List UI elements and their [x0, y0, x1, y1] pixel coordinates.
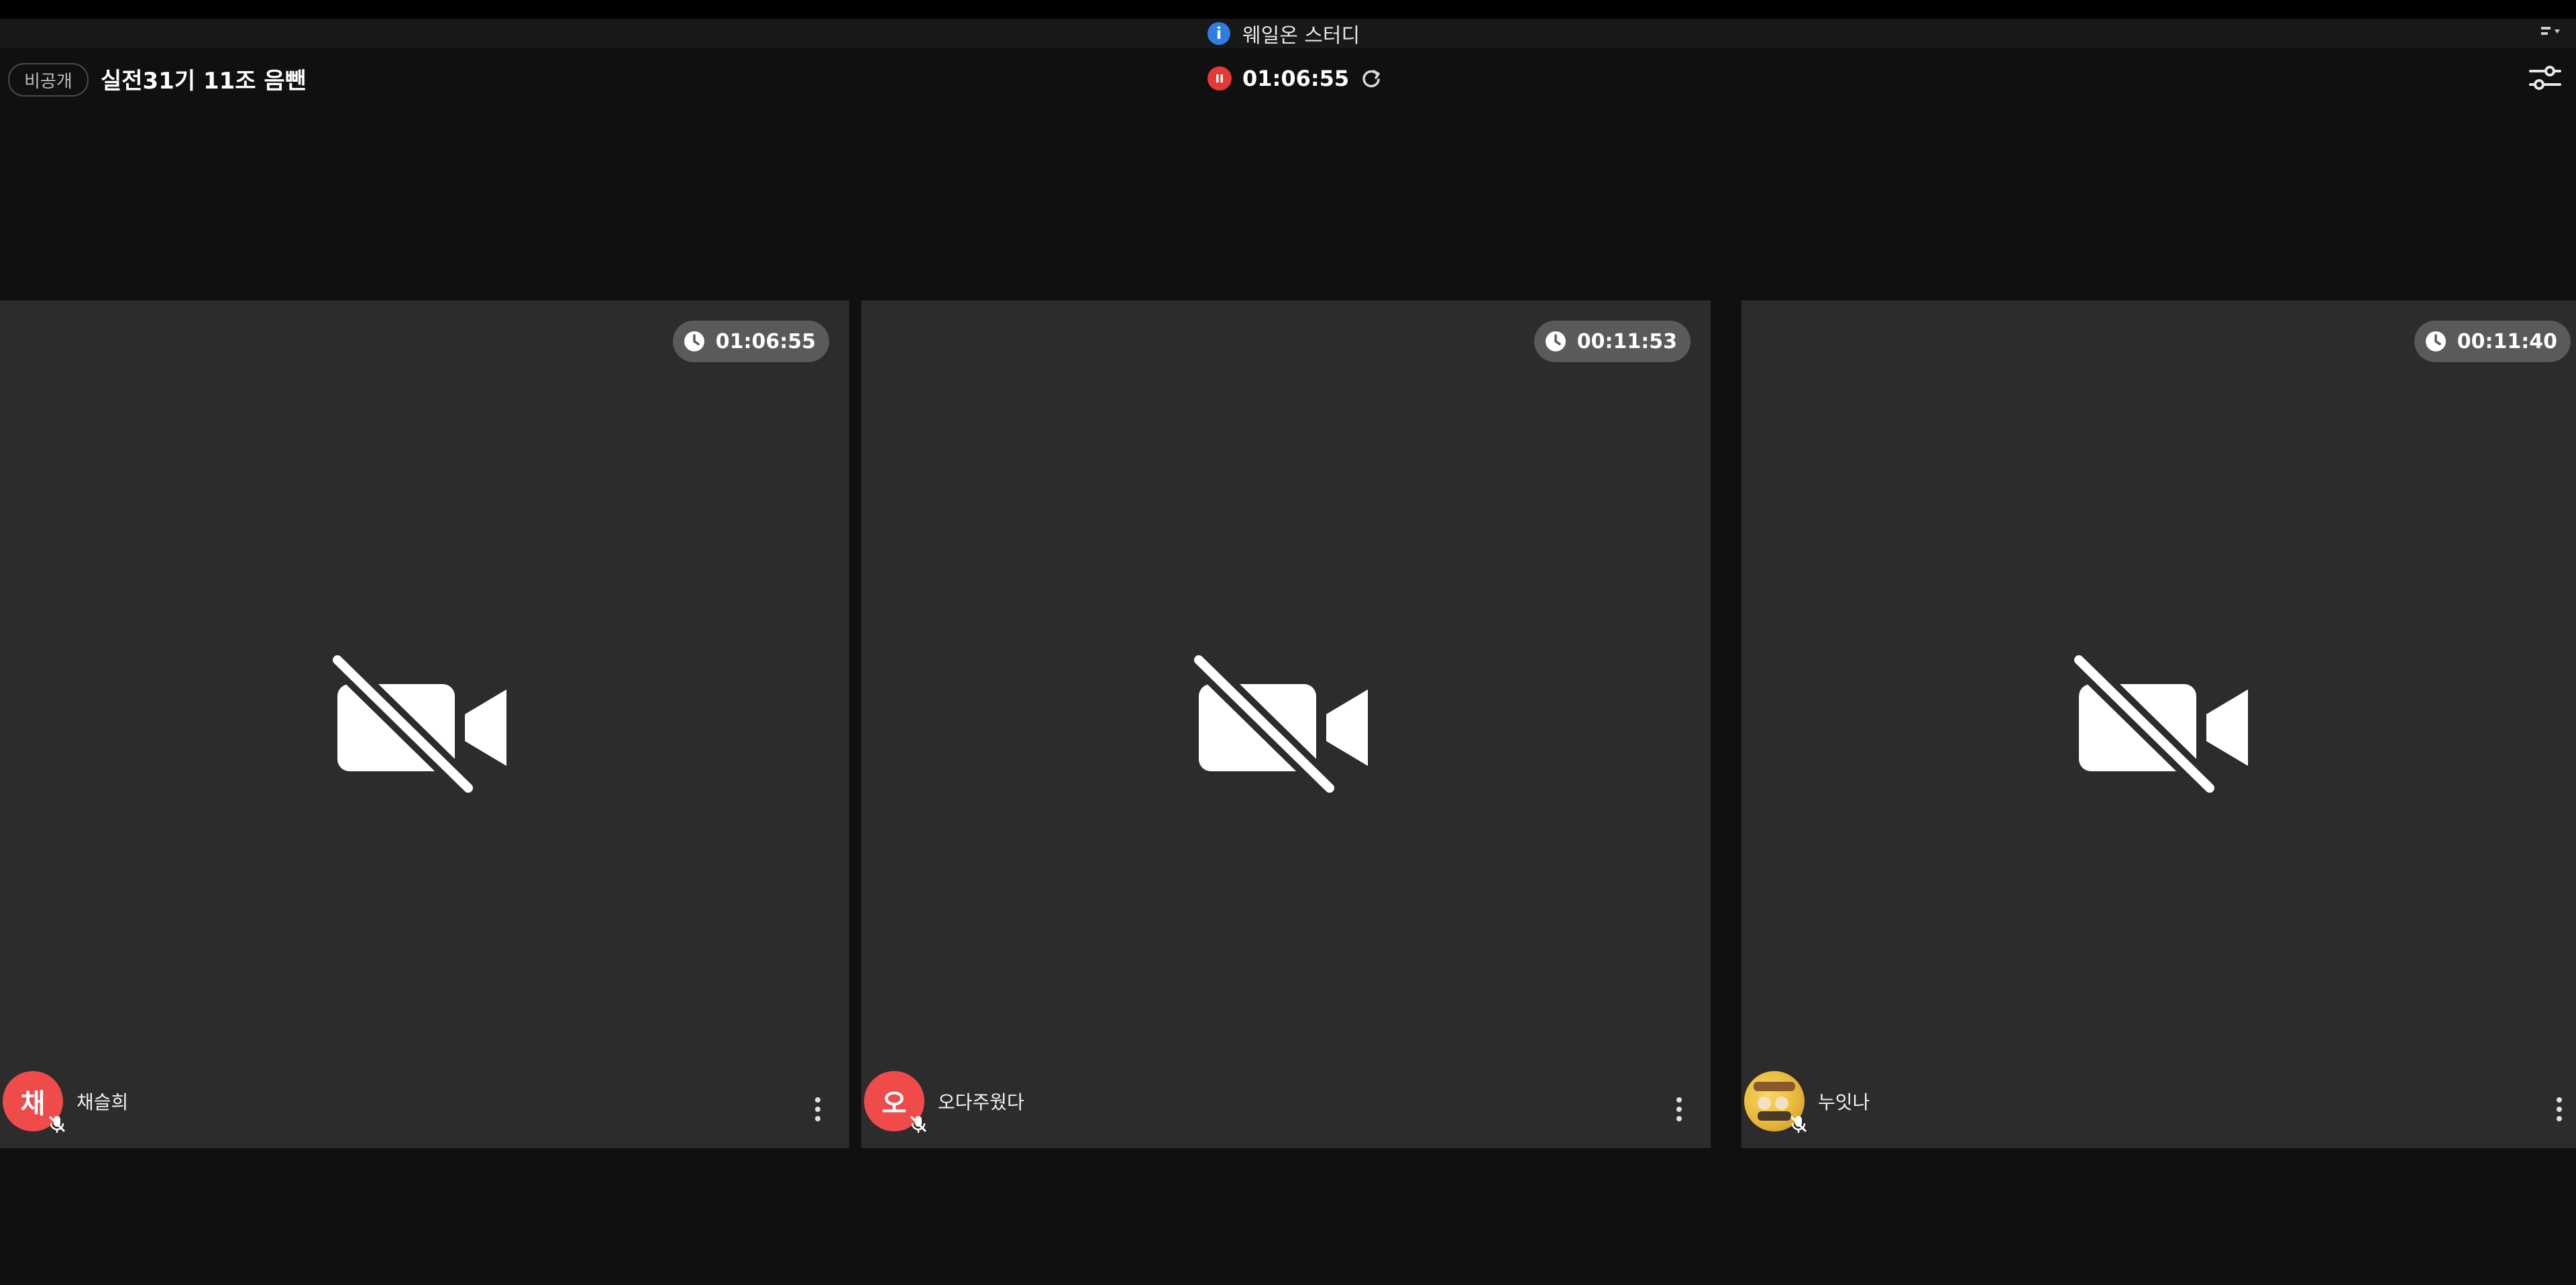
participant-tile[interactable]: 00:11:53 오 오다주웠다	[861, 300, 1711, 1148]
participant-name: 오다주웠다	[938, 1091, 1024, 1113]
notice-banner: i 웨일온 스터디	[0, 19, 2576, 48]
timer-text: 00:11:40	[2457, 329, 2557, 353]
banner-info[interactable]: i 웨일온 스터디	[1208, 19, 1360, 48]
banner-text: 웨일온 스터디	[1242, 24, 1360, 48]
clock-icon	[2425, 331, 2446, 351]
more-vertical-icon[interactable]	[1674, 1095, 1684, 1124]
layout-toggle-icon[interactable]	[2538, 23, 2563, 44]
window-top-strip	[0, 0, 2576, 19]
refresh-icon[interactable]	[1360, 67, 1383, 90]
room-header: 비공개 실전31기 11조 음뺀 01:06:55	[0, 48, 2576, 109]
participant-name: 누잇나	[1818, 1091, 1870, 1113]
clock-icon	[1545, 331, 1566, 351]
pause-glyph	[1216, 74, 1223, 82]
privacy-badge: 비공개	[8, 63, 89, 97]
timer-text: 01:06:55	[715, 329, 816, 353]
mic-off-icon	[1790, 1115, 1807, 1133]
info-icon: i	[1208, 22, 1230, 45]
avatar-image	[1744, 1071, 1807, 1133]
record-stop-icon[interactable]	[1208, 66, 1232, 91]
avatar-initial: 채	[20, 1088, 46, 1119]
room-title: 실전31기 11조 음뺀	[101, 67, 306, 95]
participant-tile[interactable]: 00:11:40 누잇나	[1741, 300, 2576, 1148]
participant-info: 오 오다주웠다	[861, 1069, 1024, 1133]
participant-tile[interactable]: 01:06:55 채 채슬희	[0, 300, 849, 1148]
avatar: 채	[3, 1071, 66, 1133]
mic-off-icon	[48, 1115, 66, 1133]
participant-timer: 00:11:53	[1534, 321, 1690, 362]
timer-text: 00:11:53	[1576, 329, 1677, 353]
participant-info: 채 채슬희	[0, 1069, 128, 1133]
participant-info: 누잇나	[1741, 1069, 1870, 1133]
recording-status: 01:06:55	[1208, 62, 1383, 95]
participant-timer: 01:06:55	[672, 321, 829, 362]
video-off-icon	[2072, 651, 2248, 798]
avatar: 오	[864, 1071, 927, 1133]
mic-off-icon	[910, 1115, 927, 1133]
settings-sliders-icon[interactable]	[2528, 63, 2563, 94]
video-off-icon	[331, 651, 506, 798]
participant-name: 채슬희	[76, 1091, 129, 1113]
more-vertical-icon[interactable]	[813, 1095, 822, 1124]
more-vertical-icon[interactable]	[2555, 1095, 2564, 1124]
clock-icon	[684, 331, 704, 351]
avatar-initial: 오	[881, 1088, 907, 1119]
recording-time: 01:06:55	[1242, 66, 1350, 91]
participant-timer: 00:11:40	[2414, 321, 2571, 362]
video-off-icon	[1192, 651, 1368, 798]
